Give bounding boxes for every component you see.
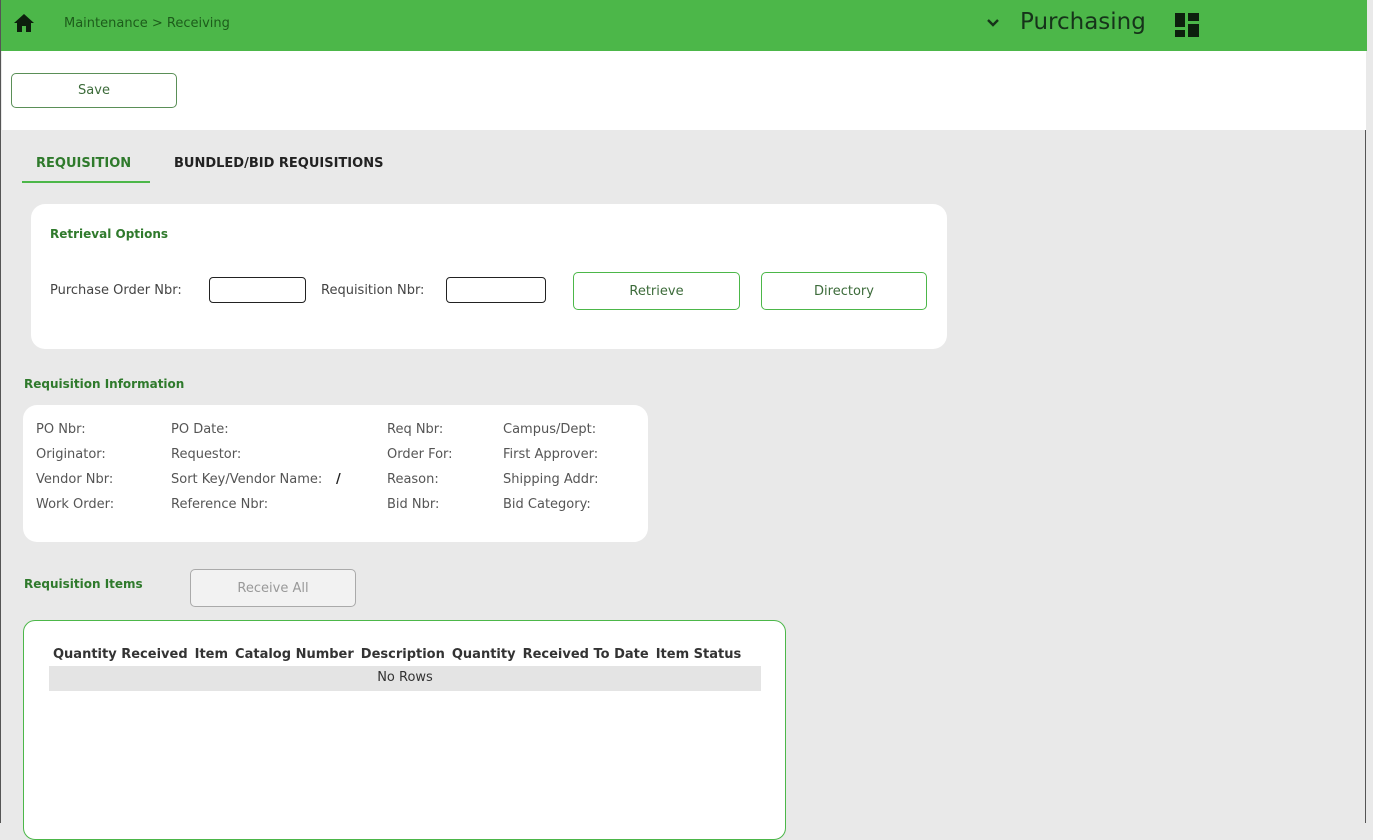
reason-label: Reason: bbox=[387, 472, 439, 487]
bid-nbr-label: Bid Nbr: bbox=[387, 497, 440, 512]
work-order-label: Work Order: bbox=[36, 497, 115, 512]
column-header-item-status[interactable]: Item Status bbox=[656, 647, 742, 662]
chevron-down-icon[interactable] bbox=[985, 15, 1001, 31]
app-title[interactable]: Purchasing bbox=[1020, 9, 1146, 35]
app-frame: Maintenance > Receiving Purchasing Save … bbox=[0, 0, 1367, 840]
grid-header-row: Quantity Received Item Catalog Number Descr… bbox=[53, 647, 748, 662]
column-header-item[interactable]: Item bbox=[195, 647, 228, 662]
requisition-information-panel: PO Nbr: PO Date: Req Nbr: Campus/Dept: O… bbox=[23, 405, 648, 542]
po-number-label: Purchase Order Nbr: bbox=[50, 283, 182, 298]
toolbar: Save bbox=[2, 51, 1366, 130]
vendor-separator: / bbox=[336, 472, 341, 487]
column-header-quantity-received[interactable]: Quantity Received bbox=[53, 647, 188, 662]
first-approver-label: First Approver: bbox=[503, 447, 599, 462]
sort-key-vendor-name-label: Sort Key/Vendor Name: bbox=[171, 472, 323, 487]
top-bar: Maintenance > Receiving Purchasing bbox=[1, 0, 1367, 51]
retrieval-options-panel: Retrieval Options Purchase Order Nbr: Re… bbox=[31, 204, 947, 349]
requestor-label: Requestor: bbox=[171, 447, 242, 462]
dashboard-grid-icon[interactable] bbox=[1175, 13, 1199, 37]
requisition-items-grid: Quantity Received Item Catalog Number Descr… bbox=[23, 620, 786, 840]
home-icon[interactable] bbox=[13, 13, 35, 33]
directory-button[interactable]: Directory bbox=[761, 272, 927, 310]
vendor-nbr-label: Vendor Nbr: bbox=[36, 472, 114, 487]
po-number-input[interactable] bbox=[209, 277, 306, 303]
save-button[interactable]: Save bbox=[11, 73, 177, 108]
order-for-label: Order For: bbox=[387, 447, 453, 462]
column-header-description[interactable]: Description bbox=[361, 647, 445, 662]
requisition-number-label: Requisition Nbr: bbox=[321, 283, 425, 298]
req-nbr-label: Req Nbr: bbox=[387, 422, 444, 437]
requisition-number-input[interactable] bbox=[446, 277, 546, 303]
active-tab-indicator bbox=[22, 181, 150, 183]
po-nbr-label: PO Nbr: bbox=[36, 422, 86, 437]
empty-grid-message: No Rows bbox=[49, 666, 761, 691]
retrieve-button[interactable]: Retrieve bbox=[573, 272, 740, 310]
requisition-items-title: Requisition Items bbox=[24, 577, 143, 591]
campus-dept-label: Campus/Dept: bbox=[503, 422, 597, 437]
breadcrumb[interactable]: Maintenance > Receiving bbox=[64, 16, 230, 31]
column-header-received-to-date[interactable]: Received To Date bbox=[523, 647, 649, 662]
retrieval-options-title: Retrieval Options bbox=[50, 227, 169, 241]
shipping-addr-label: Shipping Addr: bbox=[503, 472, 599, 487]
bid-category-label: Bid Category: bbox=[503, 497, 591, 512]
column-header-quantity[interactable]: Quantity bbox=[452, 647, 516, 662]
requisition-information-title: Requisition Information bbox=[24, 377, 185, 391]
originator-label: Originator: bbox=[36, 447, 106, 462]
tab-requisition[interactable]: REQUISITION bbox=[36, 156, 131, 171]
column-header-catalog-number[interactable]: Catalog Number bbox=[235, 647, 354, 662]
receive-all-button[interactable]: Receive All bbox=[190, 569, 356, 607]
reference-nbr-label: Reference Nbr: bbox=[171, 497, 269, 512]
po-date-label: PO Date: bbox=[171, 422, 229, 437]
tab-bundled-bid-requisitions[interactable]: BUNDLED/BID REQUISITIONS bbox=[174, 156, 383, 171]
